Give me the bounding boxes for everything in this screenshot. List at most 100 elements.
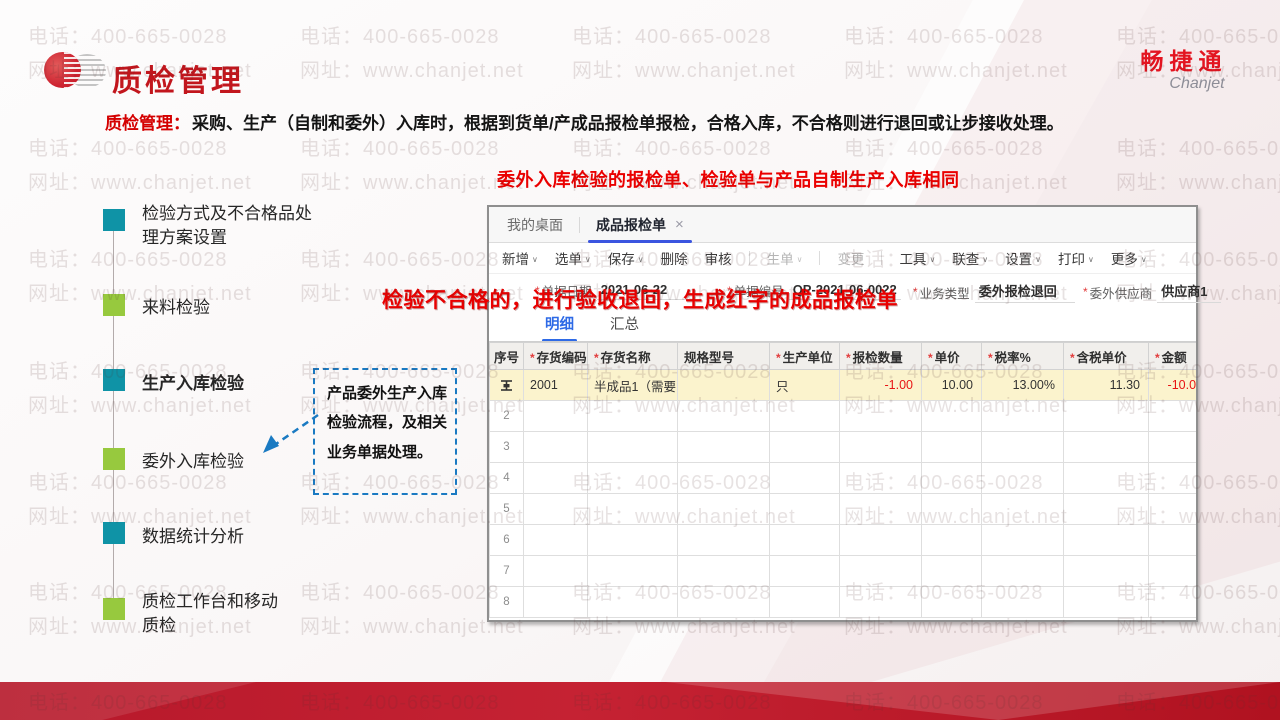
- grid-cell: 13.00%: [981, 369, 1064, 401]
- grid-cell: [921, 524, 982, 556]
- grid-cell: 2001: [523, 369, 588, 401]
- toolbar-button-label: 联查: [952, 252, 980, 267]
- toolbar-button-label: 生单: [766, 252, 794, 267]
- chevron-down-icon: ∨: [1035, 254, 1042, 264]
- toolbar-button-label: 审核: [704, 252, 732, 267]
- toolbar-button-label: 删除: [660, 252, 688, 267]
- watermark-phone: 电话：400-665-0028: [572, 26, 772, 48]
- watermark-text: 电话：400-665-0028 网址：www.chanjet.net: [300, 20, 524, 88]
- grid-cell: [839, 400, 922, 432]
- table-row: 5: [489, 493, 1196, 525]
- grid-cell: [587, 524, 678, 556]
- chevron-down-icon: ∨: [796, 254, 803, 264]
- toolbar-separator: [748, 251, 750, 265]
- grid-cell: [1148, 431, 1196, 463]
- grid-cell: [587, 586, 678, 618]
- grid-cell: [839, 493, 922, 525]
- chevron-down-icon: ∨: [982, 254, 989, 264]
- 删除-button[interactable]: 删除: [661, 248, 688, 268]
- note-box: 产品委外生产入库检验流程，及相关业务单据处理。: [313, 368, 457, 495]
- toolbar-button-label: 新增: [502, 252, 529, 267]
- grid-cell: 10.00: [921, 369, 982, 401]
- row-handle-icon[interactable]: [500, 379, 513, 392]
- grid-cell: [981, 462, 1064, 494]
- grid-cell: [921, 400, 982, 432]
- column-header-含税单价: * 含税单价: [1063, 342, 1149, 370]
- field-value[interactable]: 供应商1: [1157, 281, 1222, 303]
- watermark-phone: 电话：400-665-0028: [1116, 138, 1280, 160]
- toolbar-separator: [819, 251, 821, 265]
- grid-cell: [921, 431, 982, 463]
- chevron-down-icon: ∨: [584, 254, 591, 264]
- row-number-cell: 8: [489, 586, 524, 618]
- grid-cell: [769, 524, 840, 556]
- watermark-text: 电话：400-665-0028 网址：www.chanjet.net: [300, 132, 524, 200]
- watermark-text: 电话：400-665-0028 网址：www.chanjet.net: [28, 132, 252, 200]
- tab-label: 成品报检单: [596, 216, 666, 233]
- 新增-button[interactable]: 新增 ∨: [502, 248, 538, 268]
- grid-cell: [921, 462, 982, 494]
- inspection-grid: 序号 * 存货编码 * 存货名称 规格型号 * 生产单位 * 报检数量 * 单价 * 税率% * 含税单价 * 金…: [489, 342, 1196, 618]
- required-asterisk: *: [1070, 350, 1075, 365]
- watermark-text: 电话：400-665-0028 网址：www.chanjet.net: [1116, 132, 1280, 200]
- 联查-button[interactable]: 联查 ∨: [952, 248, 988, 268]
- grid-cell: [1148, 524, 1196, 556]
- watermark-site: 网址：www.chanjet.net: [28, 172, 252, 194]
- toolbar-button-label: 设置: [1005, 252, 1033, 267]
- toolbar-button-label: 变更: [837, 252, 865, 267]
- grid-cell: [587, 431, 678, 463]
- 保存-button[interactable]: 保存 ∨: [608, 248, 644, 268]
- grid-cell: -1.00: [839, 369, 922, 401]
- chevron-down-icon: ∨: [929, 254, 936, 264]
- agenda-item: 质检工作台和移动质检: [142, 592, 278, 635]
- grid-cell: [1063, 431, 1149, 463]
- column-header-单价: * 单价: [921, 342, 982, 370]
- required-asterisk: *: [1155, 350, 1160, 365]
- required-asterisk: *: [594, 350, 599, 365]
- toolbar-button-label: 保存: [607, 252, 635, 267]
- toolbar-separator: [881, 251, 883, 265]
- watermark-site: 网址：www.chanjet.net: [1116, 172, 1280, 194]
- 打印-button[interactable]: 打印 ∨: [1058, 248, 1094, 268]
- 设置-button[interactable]: 设置 ∨: [1005, 248, 1041, 268]
- grid-cell: [981, 524, 1064, 556]
- subtab-明细[interactable]: 明细: [542, 313, 577, 342]
- agenda-item: 检验方式及不合格品处理方案设置: [142, 204, 312, 247]
- grid-cell: [523, 431, 588, 463]
- tab-inactive[interactable]: 我的桌面: [507, 215, 563, 235]
- grid-cell: [1063, 493, 1149, 525]
- 变更-button: 变更: [837, 248, 864, 268]
- toolbar-button-label: 更多: [1110, 252, 1138, 267]
- grid-cell: [1148, 586, 1196, 618]
- column-header-label: 报检数量: [852, 350, 903, 365]
- tab-active[interactable]: 成品报检单 ×: [588, 207, 692, 243]
- column-header-生产单位: * 生产单位: [769, 342, 840, 370]
- 审核-button[interactable]: 审核: [705, 248, 732, 268]
- subtab-汇总[interactable]: 汇总: [610, 313, 639, 342]
- grid-cell: [677, 462, 770, 494]
- watermark-site: 网址：www.chanjet.net: [572, 60, 796, 82]
- grid-cell: [523, 400, 588, 432]
- 工具-button[interactable]: 工具 ∨: [899, 248, 935, 268]
- row-number-cell: 6: [489, 524, 524, 556]
- 生单-button: 生单 ∨: [767, 248, 803, 268]
- 更多-button[interactable]: 更多 ∨: [1111, 248, 1147, 268]
- column-header-label: 存货名称: [600, 350, 651, 365]
- table-row: 2001 半成品1（需要... 只 -1.00 10.00 13.00% 11.30 -10.…: [489, 369, 1196, 401]
- agenda-bullet-square: [103, 369, 125, 391]
- column-header-序号: 序号: [489, 342, 524, 370]
- watermark-site: 网址：www.chanjet.net: [300, 60, 524, 82]
- column-header-label: 金额: [1161, 350, 1187, 365]
- agenda-bullet-square: [103, 448, 125, 470]
- grid-cell: [981, 431, 1064, 463]
- grid-cell: [523, 586, 588, 618]
- agenda-bullet-square: [103, 209, 125, 231]
- watermark-phone: 电话：400-665-0028: [844, 138, 1044, 160]
- close-icon[interactable]: ×: [675, 216, 684, 233]
- field-value[interactable]: 委外报检退回: [974, 281, 1075, 303]
- watermark-text: 电话：400-665-0028 网址：www.chanjet.net: [572, 20, 796, 88]
- agenda-item: 来料检验: [142, 298, 210, 317]
- grid-cell: 只: [769, 369, 840, 401]
- grid-cell: [677, 431, 770, 463]
- 选单-button[interactable]: 选单 ∨: [555, 248, 591, 268]
